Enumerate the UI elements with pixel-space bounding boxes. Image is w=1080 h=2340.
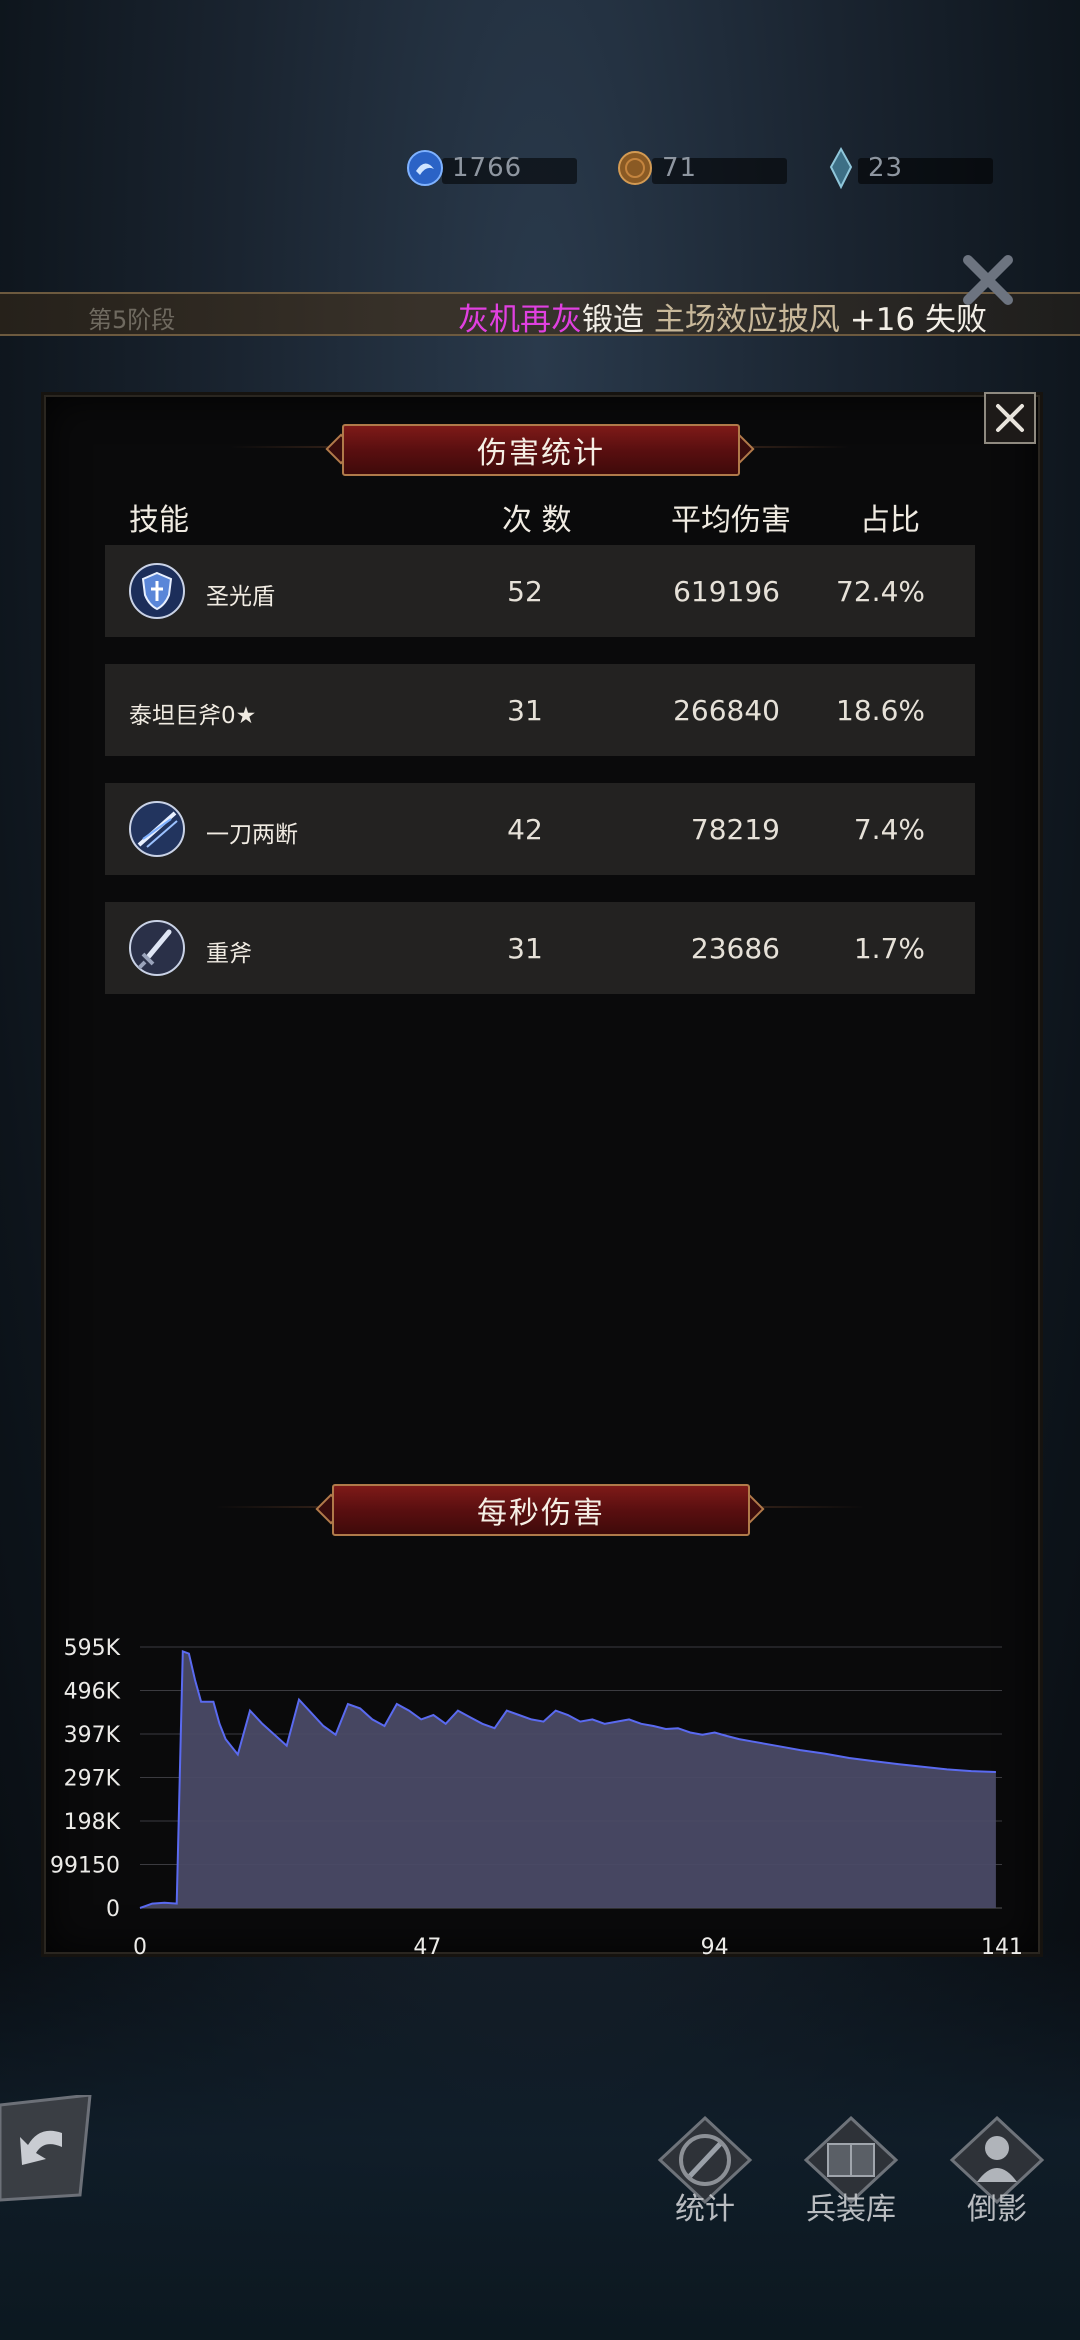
nav-shadow[interactable]: 倒影 xyxy=(942,2110,1052,2228)
currency-crystal-value: 23 xyxy=(868,153,904,183)
currency-crystal: 23 xyxy=(818,146,993,190)
sword-skill-icon xyxy=(129,920,185,976)
ticker-level: +16 xyxy=(849,302,916,338)
skill-avg-damage: 266840 xyxy=(673,694,780,727)
skill-row[interactable]: 一刀两断 42 78219 7.4% xyxy=(105,783,975,875)
event-ticker: 灰机再灰锻造 主场效应披风 +16 失败 xyxy=(458,294,987,339)
skill-name: 圣光盾 xyxy=(206,584,275,610)
skill-share: 72.4% xyxy=(836,575,925,608)
skill-count: 42 xyxy=(507,813,543,846)
skill-name: 重斧 xyxy=(206,941,252,967)
skill-share: 1.7% xyxy=(853,932,925,965)
skill-row[interactable]: 泰坦巨斧0★ 31 266840 18.6% xyxy=(105,664,975,756)
nav-armory[interactable]: 兵装库 xyxy=(796,2110,906,2228)
skill-row[interactable]: 重斧 31 23686 1.7% xyxy=(105,902,975,994)
back-button[interactable] xyxy=(0,2095,100,2205)
shield-skill-icon xyxy=(129,563,185,619)
crossed-swords-icon xyxy=(963,255,1013,305)
nav-stats[interactable]: 统计 xyxy=(650,2110,760,2228)
skill-avg-damage: 619196 xyxy=(673,575,780,608)
currency-coin: 71 xyxy=(612,150,787,186)
skill-name: 泰坦巨斧0★ xyxy=(129,703,257,729)
skill-count: 31 xyxy=(507,694,543,727)
close-button[interactable] xyxy=(984,392,1036,444)
slash-skill-icon xyxy=(129,801,185,857)
skill-avg-damage: 78219 xyxy=(690,813,780,846)
header-share: 占比 xyxy=(860,503,920,538)
close-icon xyxy=(996,404,1024,432)
skill-row[interactable]: 圣光盾 52 619196 72.4% xyxy=(105,545,975,637)
nav-armory-label: 兵装库 xyxy=(806,2192,896,2227)
header-count: 次 数 xyxy=(502,503,572,538)
stage-label: 第5阶段 xyxy=(88,306,176,334)
currency-orb: 1766 xyxy=(402,150,577,186)
skill-name: 一刀两断 xyxy=(206,822,298,848)
skill-share: 7.4% xyxy=(853,813,925,846)
blue-orb-icon xyxy=(407,150,443,186)
ticker-item-name: 主场效应披风 xyxy=(653,302,840,338)
dps-title: 每秒伤害 xyxy=(332,1484,750,1536)
currency-coin-value: 71 xyxy=(662,153,698,183)
skill-share: 18.6% xyxy=(836,694,925,727)
crystal-shard-icon xyxy=(829,146,853,190)
skill-count: 31 xyxy=(507,932,543,965)
header-skill: 技能 xyxy=(129,503,189,538)
ticker-player-name: 灰机再灰 xyxy=(458,302,582,338)
background-ground xyxy=(0,1940,1080,2340)
skill-avg-damage: 23686 xyxy=(690,932,780,965)
header-avg-damage: 平均伤害 xyxy=(671,503,791,538)
damage-stats-title: 伤害统计 xyxy=(342,424,740,476)
bronze-coin-icon xyxy=(618,151,652,185)
stage-banner: 第5阶段 灰机再灰锻造 主场效应披风 +16 失败 xyxy=(0,292,1080,339)
skill-count: 52 xyxy=(507,575,543,608)
currency-orb-value: 1766 xyxy=(452,153,523,183)
ticker-action: 锻造 xyxy=(582,302,644,338)
